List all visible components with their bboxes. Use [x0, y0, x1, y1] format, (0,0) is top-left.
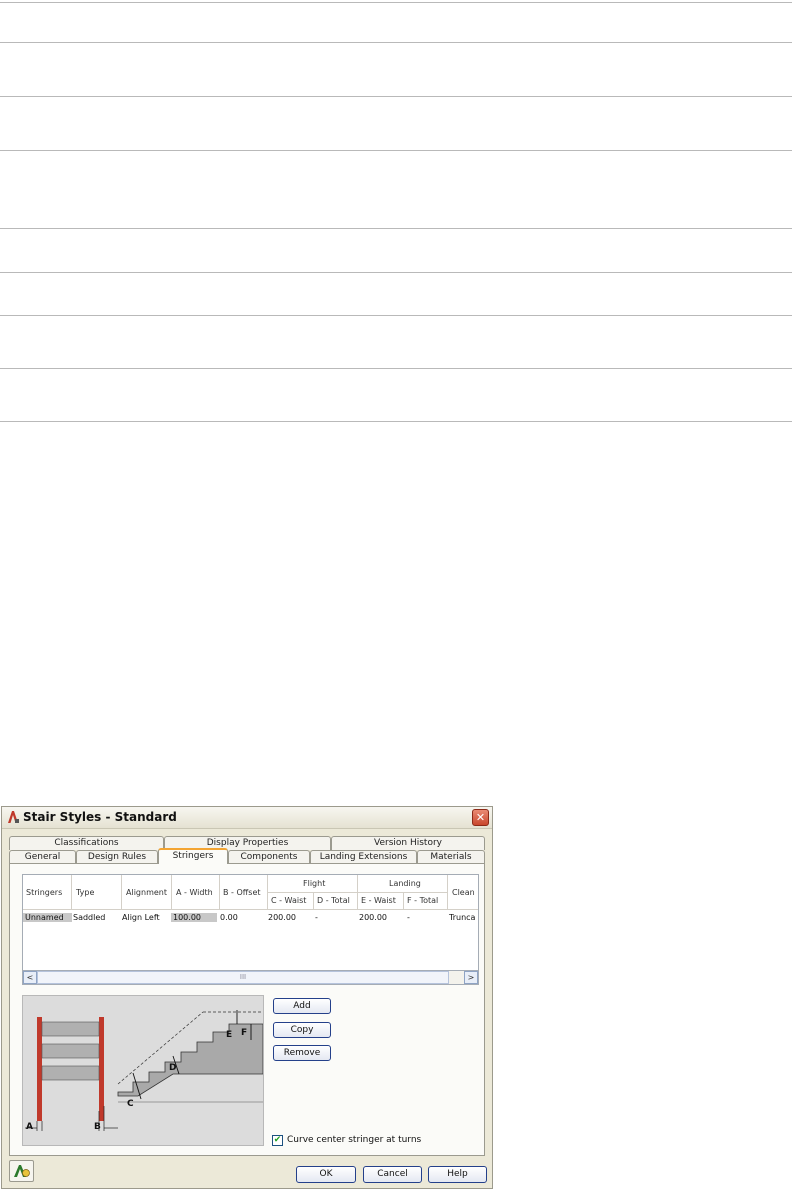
copy-button[interactable]: Copy	[273, 1022, 331, 1038]
tab-landing-extensions[interactable]: Landing Extensions	[310, 850, 417, 864]
cell-a-width[interactable]: 100.00	[171, 913, 217, 922]
divider-line	[0, 272, 792, 273]
divider-line	[0, 421, 792, 422]
help-button[interactable]: Help	[428, 1166, 487, 1183]
stringer-illustration: A B C D E F	[22, 995, 264, 1146]
label-c: C	[127, 1099, 134, 1109]
cell-stringer-name[interactable]: Unnamed	[23, 913, 72, 922]
title-bar[interactable]: Stair Styles - Standard ✕	[2, 807, 492, 829]
stringers-panel: Stringers Type Alignment A - Width B - O…	[9, 863, 485, 1156]
cell-clean[interactable]: Trunca	[449, 913, 475, 922]
add-button[interactable]: Add	[273, 998, 331, 1014]
column-group-landing: Landing	[389, 879, 421, 888]
cell-alignment[interactable]: Align Left	[122, 913, 160, 922]
tab-general[interactable]: General	[9, 850, 76, 864]
column-header-d-total[interactable]: D - Total	[317, 896, 350, 905]
check-icon: ✔	[273, 1135, 282, 1145]
stair-styles-dialog: Stair Styles - Standard ✕ Classification…	[1, 806, 493, 1189]
tab-components[interactable]: Components	[228, 850, 310, 864]
close-button[interactable]: ✕	[472, 809, 489, 826]
column-header-c-waist[interactable]: C - Waist	[271, 896, 306, 905]
stair-diagram: A B C D E F	[25, 1010, 264, 1132]
tab-stringers[interactable]: Stringers	[158, 848, 228, 864]
tab-design-rules[interactable]: Design Rules	[76, 850, 158, 864]
cell-d-total[interactable]: -	[315, 913, 318, 922]
style-browser-button[interactable]	[9, 1160, 34, 1182]
ok-button[interactable]: OK	[296, 1166, 356, 1183]
grip-icon: III	[239, 973, 247, 981]
app-icon	[8, 811, 19, 823]
curve-center-stringer-label[interactable]: Curve center stringer at turns	[287, 1135, 421, 1145]
cell-f-total[interactable]: -	[407, 913, 410, 922]
divider-line	[0, 228, 792, 229]
column-header-clean[interactable]: Clean	[452, 888, 475, 897]
cell-b-offset[interactable]: 0.00	[220, 913, 238, 922]
label-a: A	[26, 1122, 33, 1132]
style-browser-icon	[14, 1165, 30, 1177]
column-header-f-total[interactable]: F - Total	[407, 896, 438, 905]
cell-e-waist[interactable]: 200.00	[359, 913, 387, 922]
horizontal-scrollbar[interactable]: < III >	[22, 971, 479, 985]
scroll-left-button[interactable]: <	[23, 971, 37, 984]
column-header-e-waist[interactable]: E - Waist	[361, 896, 396, 905]
scrollbar-thumb[interactable]: III	[37, 971, 449, 984]
label-d: D	[169, 1063, 176, 1073]
divider-line	[0, 96, 792, 97]
chevron-right-icon: >	[467, 973, 475, 982]
tab-classifications[interactable]: Classifications	[9, 836, 164, 850]
column-header-alignment[interactable]: Alignment	[126, 888, 167, 897]
stringers-table[interactable]: Stringers Type Alignment A - Width B - O…	[22, 874, 479, 971]
cell-type[interactable]: Saddled	[73, 913, 105, 922]
column-header-stringers[interactable]: Stringers	[26, 888, 62, 897]
column-header-type[interactable]: Type	[76, 888, 94, 897]
label-f: F	[241, 1028, 247, 1038]
close-icon: ✕	[475, 811, 486, 824]
chevron-left-icon: <	[26, 973, 34, 982]
label-b: B	[94, 1122, 101, 1132]
divider-line	[0, 368, 792, 369]
column-header-b-offset[interactable]: B - Offset	[223, 888, 261, 897]
cell-c-waist[interactable]: 200.00	[268, 913, 296, 922]
tab-materials[interactable]: Materials	[417, 850, 485, 864]
curve-center-stringer-checkbox[interactable]: ✔	[272, 1135, 283, 1146]
dialog-title: Stair Styles - Standard	[23, 810, 177, 824]
column-group-flight: Flight	[303, 879, 326, 888]
divider-line	[0, 2, 792, 3]
label-e: E	[226, 1030, 232, 1040]
tab-version-history[interactable]: Version History	[331, 836, 485, 850]
divider-line	[0, 42, 792, 43]
remove-button[interactable]: Remove	[273, 1045, 331, 1061]
divider-line	[0, 150, 792, 151]
divider-line	[0, 315, 792, 316]
scroll-right-button[interactable]: >	[464, 971, 478, 984]
column-header-a-width[interactable]: A - Width	[176, 888, 213, 897]
cancel-button[interactable]: Cancel	[363, 1166, 422, 1183]
